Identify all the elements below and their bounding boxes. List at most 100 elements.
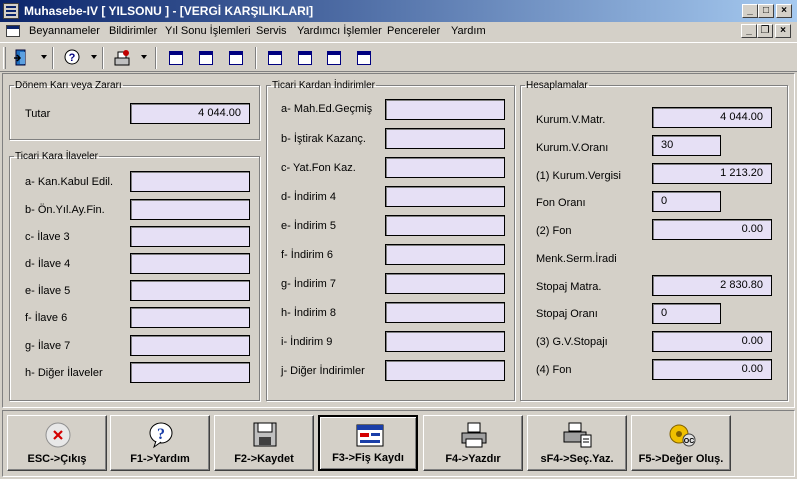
f5-generate-value-button[interactable]: OC F5->Değer Oluş. <box>631 415 731 471</box>
minimize-button[interactable]: _ <box>742 4 758 18</box>
kurum-matrah-field[interactable]: 4 044.00 <box>652 107 772 128</box>
f1-help-button[interactable]: ? F1->Yardım <box>110 415 210 471</box>
gv-stopaj-label: (3) G.V.Stopajı <box>536 336 608 348</box>
toolbar-grip[interactable] <box>3 47 6 69</box>
f2-save-label: F2->Kaydet <box>234 453 294 465</box>
indirim-h-label: h- İndirim 8 <box>281 307 337 319</box>
tools-icon[interactable] <box>112 48 132 68</box>
window-tile-horizontal-icon[interactable] <box>196 48 216 68</box>
ilave-f-field[interactable] <box>130 307 250 328</box>
toolbar-separator <box>52 47 54 69</box>
menu-pencereler[interactable]: Pencereler <box>387 25 440 37</box>
ilave-a-field[interactable] <box>130 171 250 192</box>
fon-2-field[interactable]: 0.00 <box>652 219 772 240</box>
stopaj-matrah-field[interactable]: 2 830.80 <box>652 275 772 296</box>
toolbar-separator <box>255 47 257 69</box>
document-icon[interactable] <box>6 25 20 37</box>
indirim-e-label: e- İndirim 5 <box>281 220 337 232</box>
window-restore-icon[interactable] <box>265 48 285 68</box>
ilave-g-field[interactable] <box>130 335 250 356</box>
indirim-a-label: a- Mah.Ed.Geçmiş <box>281 103 373 115</box>
ilave-f-label: f- İlave 6 <box>25 312 68 324</box>
app-icon[interactable] <box>3 3 19 19</box>
save-disk-icon <box>250 421 280 449</box>
sf4-select-print-button[interactable]: sF4->Seç.Yaz. <box>527 415 627 471</box>
menu-yardim[interactable]: Yardım <box>451 25 486 37</box>
ilave-e-field[interactable] <box>130 280 250 301</box>
indirim-b-field[interactable] <box>385 128 505 149</box>
title-bar: Muhasebe-IV [ YILSONU ] - [VERGİ KARŞILI… <box>0 0 797 22</box>
window-cascade-icon[interactable] <box>166 48 186 68</box>
exit-icon[interactable] <box>12 48 32 68</box>
f2-save-button[interactable]: F2->Kaydet <box>214 415 314 471</box>
stopaj-matrah-label: Stopaj Matra. <box>536 281 602 293</box>
f4-print-button[interactable]: F4->Yazdır <box>423 415 523 471</box>
kurum-matrah-label: Kurum.V.Matr. <box>536 114 606 126</box>
indirim-g-label: g- İndirim 7 <box>281 278 337 290</box>
ilave-b-field[interactable] <box>130 199 250 220</box>
svg-text:?: ? <box>69 52 76 64</box>
kurum-vergisi-field[interactable]: 1 213.20 <box>652 163 772 184</box>
stopaj-orani-field[interactable]: 0 <box>652 303 721 324</box>
f1-help-label: F1->Yardım <box>130 453 190 465</box>
escape-exit-button[interactable]: ESC->Çıkış <box>7 415 107 471</box>
mdi-restore-button[interactable]: ❐ <box>757 24 773 38</box>
indirim-c-field[interactable] <box>385 157 505 178</box>
indirim-i-field[interactable] <box>385 331 505 352</box>
window-tile-vertical-icon[interactable] <box>226 48 246 68</box>
indirim-j-label: j- Diğer İndirimler <box>281 365 365 377</box>
help-dropdown-arrow[interactable] <box>91 55 97 59</box>
close-button[interactable]: × <box>776 4 792 18</box>
indirim-a-field[interactable] <box>385 99 505 120</box>
indirim-e-field[interactable] <box>385 215 505 236</box>
window-cascade-multi-icon[interactable] <box>324 48 344 68</box>
window-arrange-icon[interactable] <box>295 48 315 68</box>
indirim-h-field[interactable] <box>385 302 505 323</box>
indirim-d-field[interactable] <box>385 186 505 207</box>
kurum-orani-field[interactable]: 30 <box>652 135 721 156</box>
group-indirimler-legend: Ticari Kardan İndirimler <box>272 80 375 91</box>
menu-servis[interactable]: Servis <box>256 25 287 37</box>
indirim-g-field[interactable] <box>385 273 505 294</box>
group-hesaplamalar-legend: Hesaplamalar <box>526 80 588 91</box>
help-icon: ? <box>146 421 176 449</box>
stopaj-orani-label: Stopaj Oranı <box>536 308 598 320</box>
f3-voucher-button[interactable]: F3->Fiş Kaydı <box>318 415 418 471</box>
tools-dropdown-arrow[interactable] <box>141 55 147 59</box>
ilave-h-label: h- Diğer İlaveler <box>25 367 103 379</box>
toolbar-separator <box>155 47 157 69</box>
menu-beyannameler[interactable]: Beyannameler <box>29 25 100 37</box>
sf4-select-print-label: sF4->Seç.Yaz. <box>540 453 614 465</box>
ilave-b-label: b- Ön.Yıl.Ay.Fin. <box>25 204 105 216</box>
printer-icon <box>459 421 489 449</box>
kurum-vergisi-label: (1) Kurum.Vergisi <box>536 170 621 182</box>
fon-4-field[interactable]: 0.00 <box>652 359 772 380</box>
svg-text:OC: OC <box>684 438 695 445</box>
group-donem-kari-legend: Dönem Karı veya Zararı <box>15 80 122 91</box>
fon-orani-label: Fon Oranı <box>536 197 586 209</box>
ilave-h-field[interactable] <box>130 362 250 383</box>
indirim-b-label: b- İştirak Kazanç. <box>281 133 366 145</box>
menu-bildirimler[interactable]: Bildirimler <box>109 25 157 37</box>
mdi-minimize-button[interactable]: _ <box>741 24 757 38</box>
indirim-f-field[interactable] <box>385 244 505 265</box>
toolbar: ? <box>0 42 797 72</box>
fon-2-label: (2) Fon <box>536 225 572 237</box>
window-grid-icon[interactable] <box>354 48 374 68</box>
gv-stopaj-field[interactable]: 0.00 <box>652 331 772 352</box>
menu-yil-sonu-islemleri[interactable]: Yıl Sonu İşlemleri <box>165 25 251 37</box>
menu-yardimci-islemler[interactable]: Yardımcı İşlemler <box>297 25 382 37</box>
ilave-d-field[interactable] <box>130 253 250 274</box>
indirim-j-field[interactable] <box>385 360 505 381</box>
tutar-field[interactable]: 4 044.00 <box>130 103 250 124</box>
ilave-c-field[interactable] <box>130 226 250 247</box>
exit-dropdown-arrow[interactable] <box>41 55 47 59</box>
group-hesaplamalar: Hesaplamalar <box>520 80 788 401</box>
fon-orani-field[interactable]: 0 <box>652 191 721 212</box>
maximize-button[interactable]: □ <box>758 4 774 18</box>
indirim-f-label: f- İndirim 6 <box>281 249 333 261</box>
mdi-close-button[interactable]: × <box>775 24 791 38</box>
indirim-d-label: d- İndirim 4 <box>281 191 337 203</box>
help-icon[interactable]: ? <box>62 48 82 68</box>
kurum-orani-label: Kurum.V.Oranı <box>536 142 609 154</box>
